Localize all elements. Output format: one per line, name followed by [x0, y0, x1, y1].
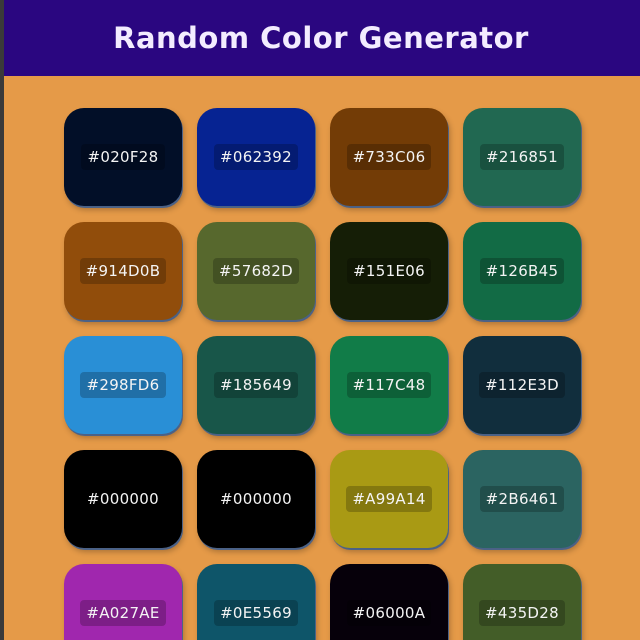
app-container: Random Color Generator #020F28 #062392 #… [4, 0, 640, 640]
color-swatch[interactable]: #020F28 [64, 108, 182, 206]
color-swatch[interactable]: #733C06 [330, 108, 448, 206]
color-hex-code: #A99A14 [346, 486, 432, 512]
color-swatch[interactable]: #298FD6 [64, 336, 182, 434]
color-swatch[interactable]: #000000 [197, 450, 315, 548]
color-swatch[interactable]: #2B6461 [463, 450, 581, 548]
color-hex-code: #117C48 [346, 372, 432, 398]
color-swatch[interactable]: #57682D [197, 222, 315, 320]
color-hex-code: #733C06 [346, 144, 432, 170]
color-swatch[interactable]: #185649 [197, 336, 315, 434]
color-swatch[interactable]: #126B45 [463, 222, 581, 320]
color-hex-code: #216851 [480, 144, 564, 170]
color-grid: #020F28 #062392 #733C06 #216851 #914D0B … [64, 108, 581, 640]
header-bar: Random Color Generator [4, 0, 640, 76]
color-swatch[interactable]: #914D0B [64, 222, 182, 320]
color-hex-code: #0E5569 [214, 600, 298, 626]
color-hex-code: #914D0B [79, 258, 167, 284]
color-hex-code: #020F28 [81, 144, 165, 170]
color-swatch[interactable]: #151E06 [330, 222, 448, 320]
color-hex-code: #151E06 [347, 258, 431, 284]
color-swatch[interactable]: #216851 [463, 108, 581, 206]
color-swatch[interactable]: #0E5569 [197, 564, 315, 640]
color-swatch[interactable]: #435D28 [463, 564, 581, 640]
color-swatch[interactable]: #062392 [197, 108, 315, 206]
color-hex-code: #000000 [81, 486, 165, 512]
color-hex-code: #062392 [214, 144, 298, 170]
color-hex-code: #298FD6 [80, 372, 166, 398]
color-hex-code: #126B45 [479, 258, 565, 284]
color-hex-code: #06000A [346, 600, 432, 626]
color-hex-code: #A027AE [80, 600, 166, 626]
color-swatch[interactable]: #A99A14 [330, 450, 448, 548]
color-hex-code: #57682D [213, 258, 299, 284]
color-swatch[interactable]: #000000 [64, 450, 182, 548]
color-swatch[interactable]: #A027AE [64, 564, 182, 640]
color-hex-code: #2B6461 [479, 486, 565, 512]
color-hex-code: #112E3D [479, 372, 565, 398]
color-swatch[interactable]: #112E3D [463, 336, 581, 434]
color-hex-code: #435D28 [479, 600, 565, 626]
color-hex-code: #185649 [214, 372, 298, 398]
page-title: Random Color Generator [113, 21, 529, 55]
color-swatch[interactable]: #117C48 [330, 336, 448, 434]
color-swatch[interactable]: #06000A [330, 564, 448, 640]
color-hex-code: #000000 [214, 486, 298, 512]
